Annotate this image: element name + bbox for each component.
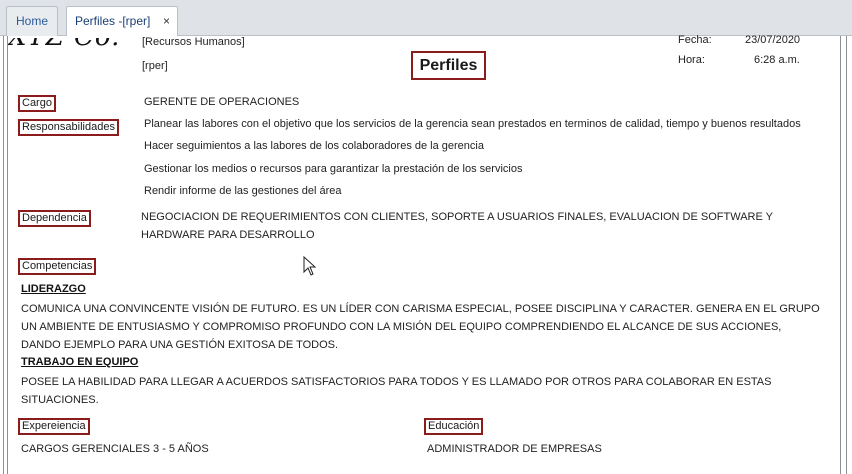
- report-code: [rper]: [142, 60, 168, 72]
- competencia-name: TRABAJO EN EQUIPO: [21, 356, 139, 368]
- cargo-value: GERENTE DE OPERACIONES: [144, 96, 300, 108]
- experiencia-label: Expereiencia: [18, 418, 90, 435]
- competencia-description: POSEE LA HABILIDAD PARA LLEGAR A ACUERDO…: [21, 376, 772, 406]
- close-icon[interactable]: ×: [163, 7, 170, 35]
- tab-home[interactable]: Home: [6, 6, 58, 36]
- tab-perfiles-label: Perfiles -[rper]: [75, 14, 151, 28]
- dependencia-value: NEGOCIACION DE REQUERIMIENTOS CON CLIENT…: [141, 211, 773, 241]
- tab-perfiles[interactable]: Perfiles -[rper] ×: [66, 6, 178, 37]
- responsabilidades-label: Responsabilidades: [18, 119, 119, 136]
- experiencia-value: CARGOS GERENCIALES 3 - 5 AÑOS: [21, 443, 209, 455]
- cargo-label: Cargo: [18, 95, 56, 112]
- educacion-value: ADMINISTRADOR DE EMPRESAS: [427, 443, 602, 455]
- educacion-label: Educación: [424, 418, 484, 435]
- fecha-label: Fecha:: [678, 34, 712, 46]
- competencias-label: Competencias: [18, 258, 97, 275]
- responsabilidad-item: Gestionar los medios o recursos para gar…: [144, 163, 523, 175]
- responsabilidad-item: Hacer seguimientos a las labores de los …: [144, 140, 484, 152]
- competencia-description: COMUNICA UNA CONVINCENTE VISIÓN DE FUTUR…: [21, 303, 820, 351]
- mouse-cursor-icon: [303, 256, 317, 276]
- hora-value: 6:28 a.m.: [754, 54, 800, 66]
- competencia-name: LIDERAZGO: [21, 283, 86, 295]
- dependencia-label: Dependencia: [18, 210, 91, 227]
- department-label: [Recursos Humanos]: [142, 36, 245, 48]
- responsabilidad-item: Rendir informe de las gestiones del área: [144, 185, 342, 197]
- responsabilidad-item: Planear las labores con el objetivo que …: [144, 118, 801, 130]
- tab-bar: Home Perfiles -[rper] ×: [0, 0, 852, 37]
- hora-label: Hora:: [678, 54, 705, 66]
- fecha-value: 23/07/2020: [745, 34, 801, 46]
- page-title: Perfiles: [411, 51, 486, 80]
